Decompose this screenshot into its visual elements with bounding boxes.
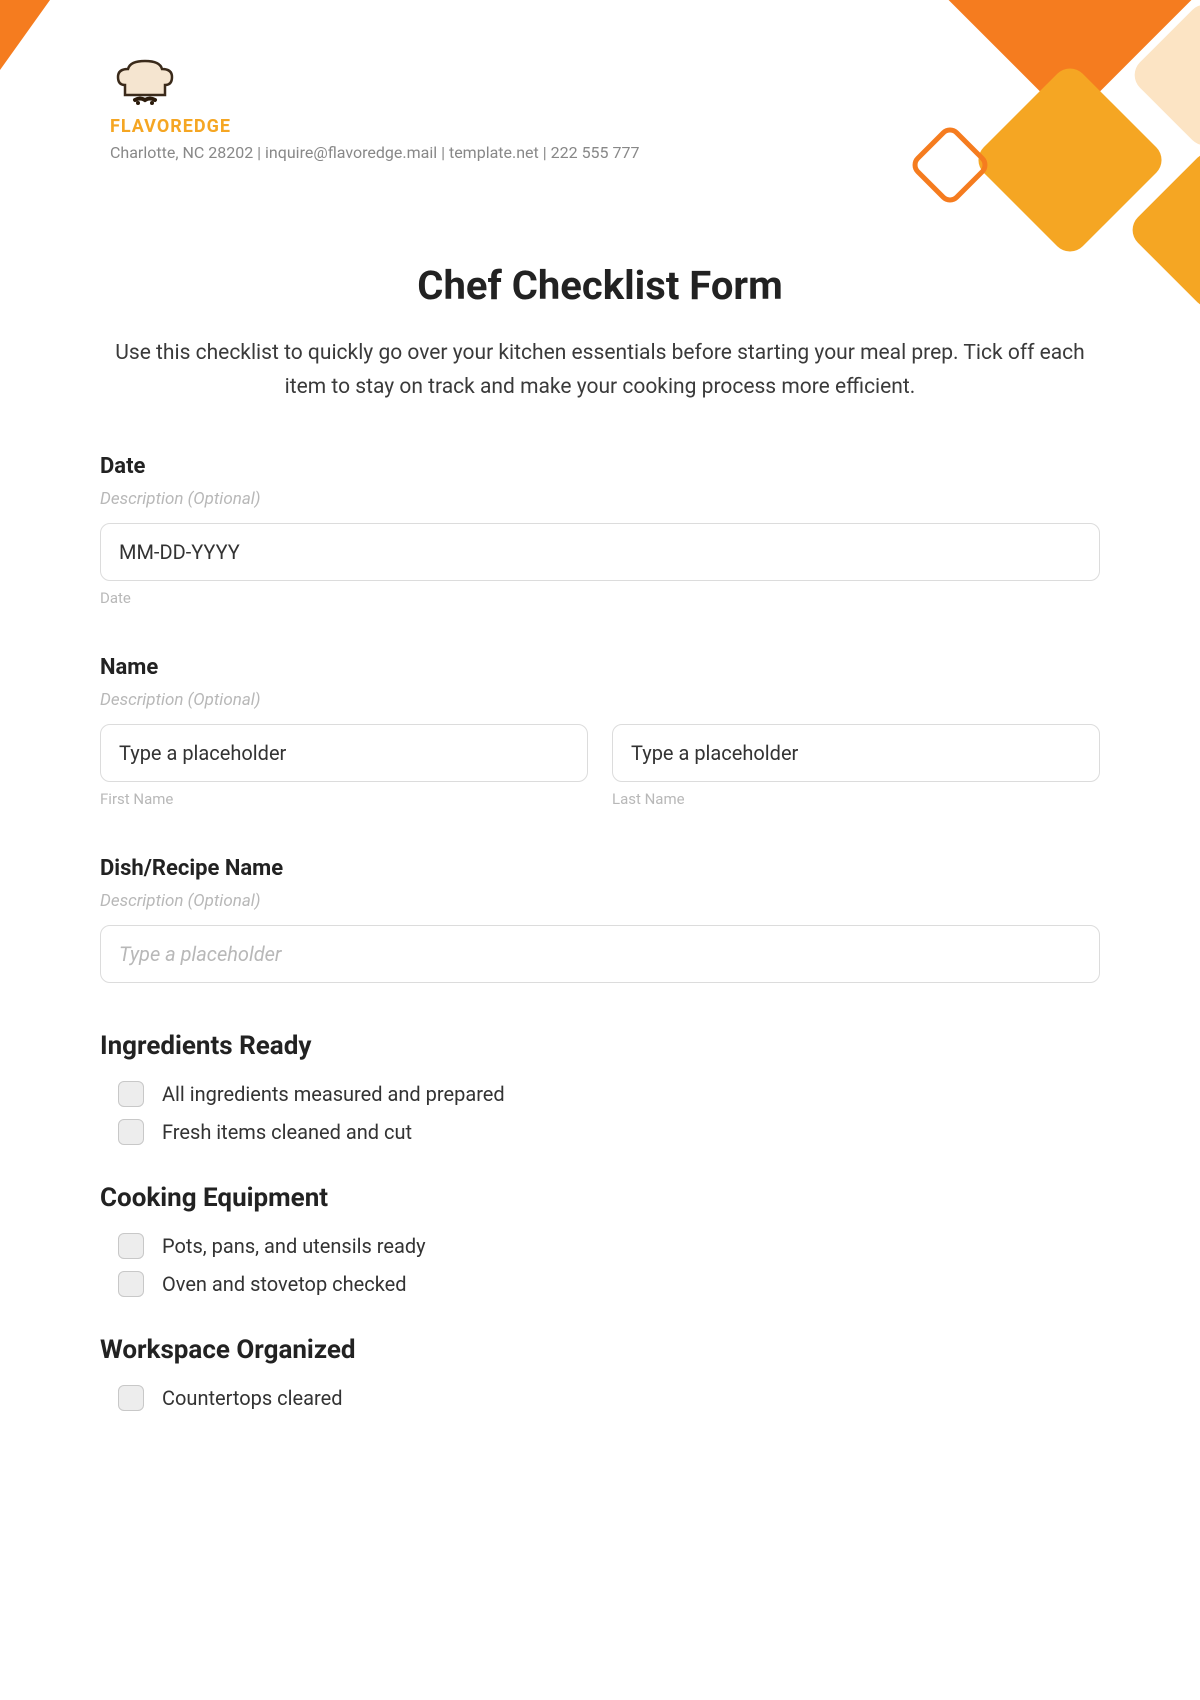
logo-block: FLAVOREDGE Charlotte, NC 28202 | inquire… xyxy=(110,55,1200,162)
page-header: FLAVOREDGE Charlotte, NC 28202 | inquire… xyxy=(0,0,1200,162)
check-label: Countertops cleared xyxy=(162,1386,342,1410)
first-name-sublabel: First Name xyxy=(100,790,588,808)
dish-input[interactable] xyxy=(100,925,1100,983)
check-item: Fresh items cleaned and cut xyxy=(118,1119,1100,1145)
date-sublabel: Date xyxy=(100,589,1100,607)
checkbox[interactable] xyxy=(118,1271,144,1297)
workspace-checklist: Countertops cleared xyxy=(100,1385,1100,1411)
equipment-checklist: Pots, pans, and utensils ready Oven and … xyxy=(100,1233,1100,1297)
dish-label: Dish/Recipe Name xyxy=(100,856,1100,881)
checkbox[interactable] xyxy=(118,1233,144,1259)
date-input[interactable] xyxy=(100,523,1100,581)
workspace-heading: Workspace Organized xyxy=(100,1335,1100,1365)
date-description: Description (Optional) xyxy=(100,489,1100,509)
check-label: Pots, pans, and utensils ready xyxy=(162,1234,426,1258)
check-item: Oven and stovetop checked xyxy=(118,1271,1100,1297)
name-label: Name xyxy=(100,655,1100,680)
dish-description: Description (Optional) xyxy=(100,891,1100,911)
check-item: All ingredients measured and prepared xyxy=(118,1081,1100,1107)
page-title: Chef Checklist Form xyxy=(100,262,1100,309)
check-label: All ingredients measured and prepared xyxy=(162,1082,505,1106)
checkbox[interactable] xyxy=(118,1119,144,1145)
decorative-triangle xyxy=(0,0,50,70)
last-name-sublabel: Last Name xyxy=(612,790,1100,808)
check-item: Pots, pans, and utensils ready xyxy=(118,1233,1100,1259)
last-name-input[interactable] xyxy=(612,724,1100,782)
check-item: Countertops cleared xyxy=(118,1385,1100,1411)
ingredients-heading: Ingredients Ready xyxy=(100,1031,1100,1061)
name-description: Description (Optional) xyxy=(100,690,1100,710)
ingredients-checklist: All ingredients measured and prepared Fr… xyxy=(100,1081,1100,1145)
date-label: Date xyxy=(100,454,1100,479)
name-field-group: Name Description (Optional) First Name L… xyxy=(100,655,1100,808)
checkbox[interactable] xyxy=(118,1081,144,1107)
form-content: Chef Checklist Form Use this checklist t… xyxy=(0,162,1200,1411)
brand-name: FLAVOREDGE xyxy=(110,116,231,137)
checkbox[interactable] xyxy=(118,1385,144,1411)
date-field-group: Date Description (Optional) Date xyxy=(100,454,1100,607)
chef-hat-icon xyxy=(110,55,180,110)
equipment-heading: Cooking Equipment xyxy=(100,1183,1100,1213)
intro-text: Use this checklist to quickly go over yo… xyxy=(100,337,1100,404)
check-label: Oven and stovetop checked xyxy=(162,1272,407,1296)
first-name-input[interactable] xyxy=(100,724,588,782)
check-label: Fresh items cleaned and cut xyxy=(162,1120,412,1144)
dish-field-group: Dish/Recipe Name Description (Optional) xyxy=(100,856,1100,983)
contact-line: Charlotte, NC 28202 | inquire@flavoredge… xyxy=(110,143,639,162)
